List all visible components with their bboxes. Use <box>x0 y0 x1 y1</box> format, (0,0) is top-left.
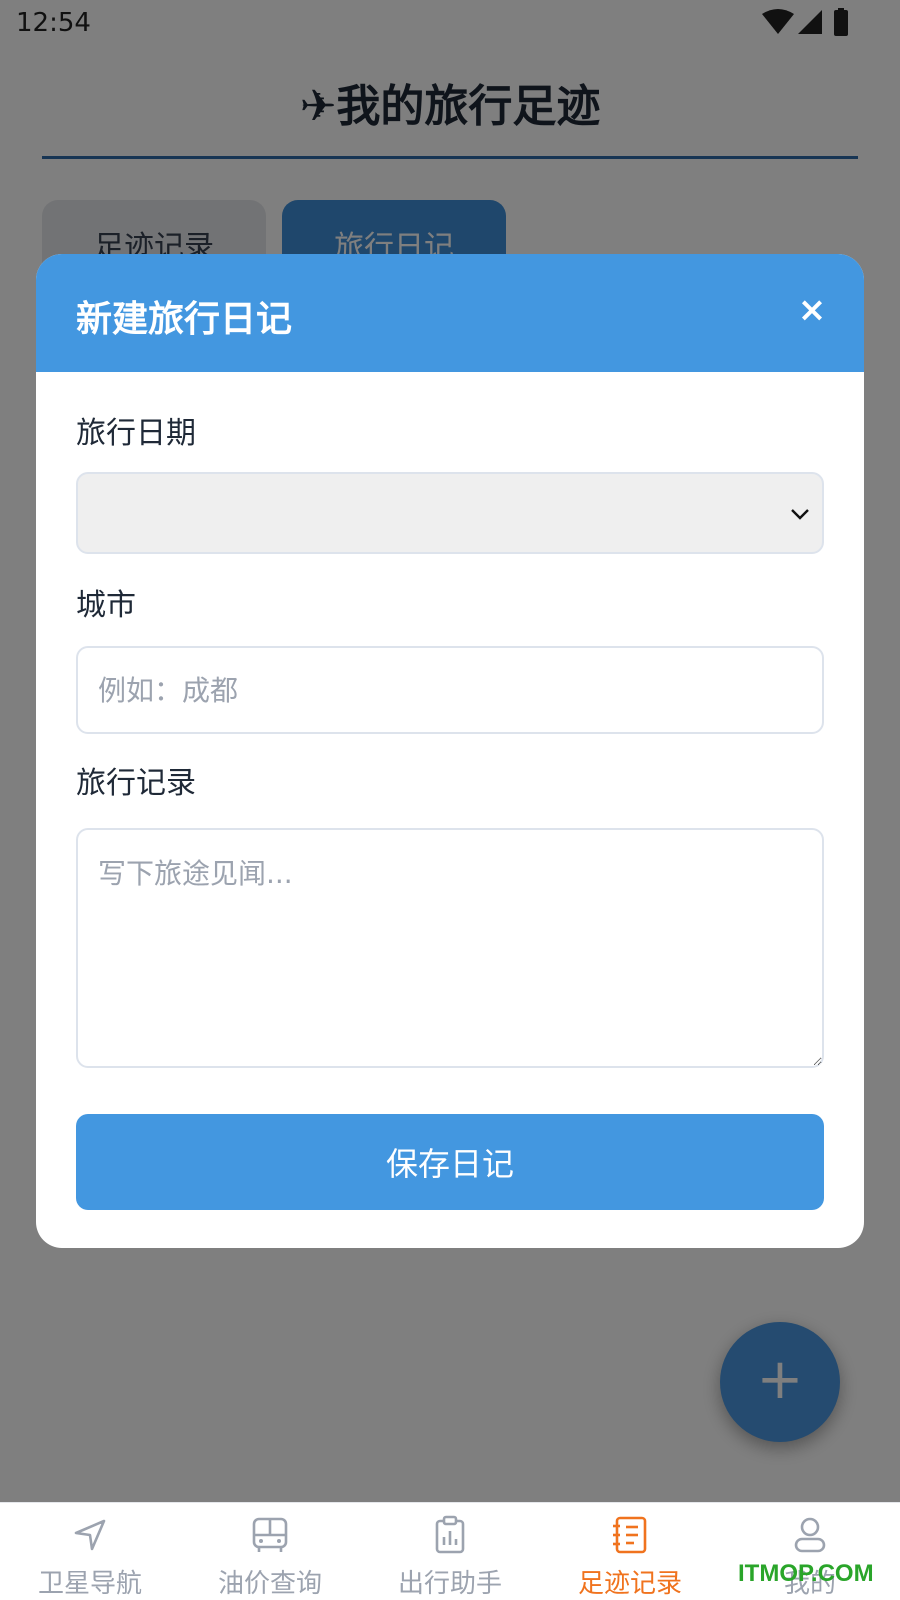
clipboard-chart-icon <box>435 1515 465 1554</box>
city-label: 城市 <box>76 588 136 623</box>
nav-item-fuel-price[interactable]: 油价查询 <box>180 1503 360 1600</box>
modal-title: 新建旅行日记 <box>76 299 293 340</box>
nav-label: 足迹记录 <box>577 1569 682 1599</box>
close-icon[interactable]: × <box>790 288 834 332</box>
nav-item-navigation[interactable]: 卫星导航 <box>0 1503 180 1600</box>
modal-header: 新建旅行日记 × <box>36 254 864 372</box>
nav-label: 出行助手 <box>397 1569 502 1599</box>
nav-label: 油价查询 <box>217 1569 322 1599</box>
notebook-icon <box>613 1516 647 1554</box>
watermark: ITMOP.COM <box>738 1560 874 1587</box>
notes-textarea[interactable] <box>76 828 824 1068</box>
city-input[interactable] <box>76 646 824 734</box>
nav-item-footprints[interactable]: 足迹记录 <box>540 1503 720 1600</box>
bus-icon <box>252 1517 288 1552</box>
date-label: 旅行日期 <box>76 416 196 451</box>
navigation-arrow-icon <box>74 1519 106 1551</box>
nav-item-travel-assistant[interactable]: 出行助手 <box>360 1503 540 1600</box>
user-icon <box>794 1517 826 1553</box>
date-select[interactable] <box>76 472 824 554</box>
new-diary-modal: 新建旅行日记 × 旅行日期 城市 旅行记录 保存日记 <box>36 254 864 1248</box>
nav-label: 卫星导航 <box>37 1569 142 1599</box>
save-diary-button[interactable]: 保存日记 <box>76 1114 824 1210</box>
chevron-down-icon <box>791 509 809 520</box>
notes-label: 旅行记录 <box>76 766 196 801</box>
